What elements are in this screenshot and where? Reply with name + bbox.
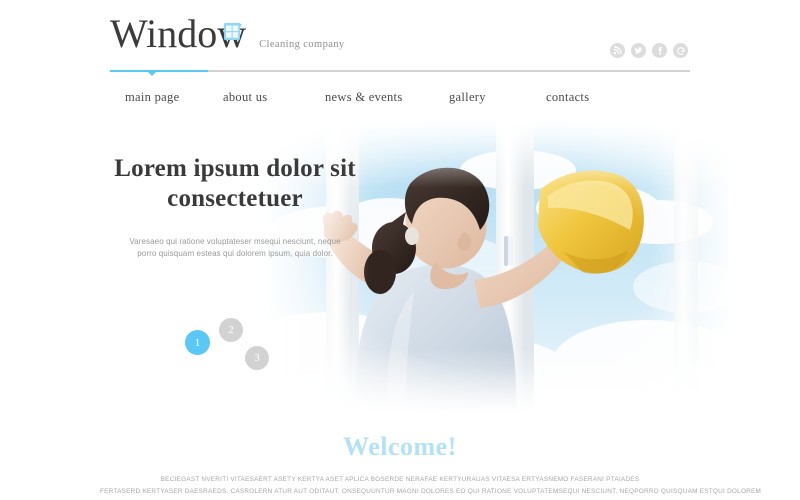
hero-title-line-1: Lorem ipsum dolor sit bbox=[114, 155, 356, 182]
nav-item-main-page[interactable]: main page bbox=[110, 70, 208, 113]
nav-item-news-events[interactable]: news & events bbox=[310, 70, 434, 113]
window-grid-icon bbox=[222, 10, 244, 40]
social-google-icon[interactable] bbox=[673, 43, 688, 58]
nav-label: gallery bbox=[449, 90, 486, 104]
slider-dot-3[interactable]: 3 bbox=[245, 346, 269, 370]
slider-dot-2[interactable]: 2 bbox=[219, 318, 243, 342]
nav-label: contacts bbox=[546, 90, 590, 104]
nav-label: news & events bbox=[325, 90, 403, 104]
welcome-heading: Welcome! bbox=[343, 432, 457, 461]
social-links bbox=[610, 43, 688, 58]
nav-item-gallery[interactable]: gallery bbox=[434, 70, 531, 113]
hero-slider: Lorem ipsum dolor sit consectetuer Vares… bbox=[0, 118, 800, 418]
site-header: Window Cleaning company bbox=[0, 0, 800, 70]
logo-wordmark: Window bbox=[110, 14, 246, 54]
hero-title-line-2: consectetuer bbox=[167, 185, 303, 212]
hero-paragraph: Varesaeo qui ratione voluptateser msequi… bbox=[129, 237, 341, 258]
welcome-intro-line-1: BECIEGAST NVERITI VITAESAERT ASETY KERTY… bbox=[160, 476, 640, 483]
welcome-intro-text: BECIEGAST NVERITI VITAESAERT ASETY KERTY… bbox=[100, 474, 762, 497]
logo-tagline: Cleaning company bbox=[259, 39, 345, 50]
welcome-intro-line-2: FERTASERD KERTYASER DAESRAEDS. CASROLERN… bbox=[100, 487, 762, 495]
nav-label: main page bbox=[125, 90, 180, 104]
site-logo[interactable]: Window Cleaning company bbox=[110, 14, 345, 54]
slider-dot-1[interactable]: 1 bbox=[185, 330, 210, 355]
page-root: Window Cleaning company main page about … bbox=[0, 0, 800, 500]
hero-title: Lorem ipsum dolor sit consectetuer bbox=[110, 154, 360, 214]
nav-item-about-us[interactable]: about us bbox=[208, 70, 310, 113]
social-facebook-icon[interactable] bbox=[652, 43, 667, 58]
social-twitter-icon[interactable] bbox=[631, 43, 646, 58]
social-rss-icon[interactable] bbox=[610, 43, 625, 58]
main-navigation: main page about us news & events gallery… bbox=[110, 70, 690, 113]
slider-pagination: 1 2 3 bbox=[185, 318, 295, 373]
nav-item-contacts[interactable]: contacts bbox=[531, 70, 690, 113]
hero-copy: Lorem ipsum dolor sit consectetuer Vares… bbox=[110, 154, 360, 259]
nav-label: about us bbox=[223, 90, 268, 104]
